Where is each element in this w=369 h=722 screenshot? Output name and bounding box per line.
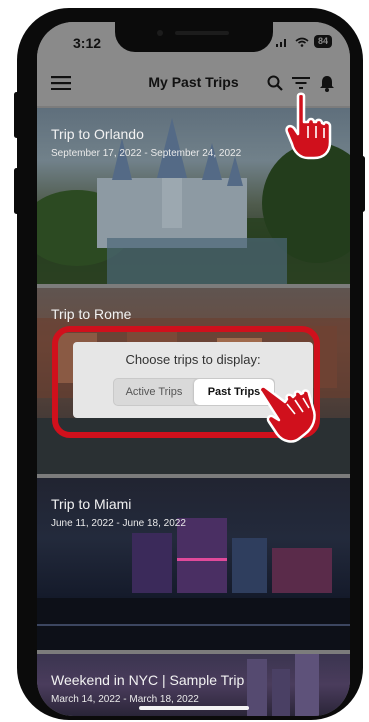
status-bar: 3:12 84 <box>37 22 350 60</box>
phone-side-button <box>14 168 19 214</box>
wifi-icon <box>295 37 309 47</box>
phone-side-button <box>14 92 19 138</box>
status-time: 3:12 <box>73 35 102 51</box>
trip-name: Trip to Rome <box>51 306 132 322</box>
trip-name: Trip to Miami <box>51 496 132 512</box>
speaker <box>175 31 229 35</box>
trip-dates: March 14, 2022 - March 18, 2022 <box>51 694 199 705</box>
status-icons: 84 <box>275 35 332 48</box>
camera-dot <box>157 30 163 36</box>
pointing-hand-icon <box>258 385 316 443</box>
trip-card[interactable]: Trip to Miami June 11, 2022 - June 18, 2… <box>37 478 350 650</box>
battery-indicator: 84 <box>313 35 332 48</box>
cellular-signal-icon <box>275 38 286 47</box>
phone-side-button <box>360 156 365 212</box>
pointing-hand-icon <box>285 92 332 160</box>
trip-name: Weekend in NYC | Sample Trip <box>51 672 245 688</box>
notch <box>115 22 273 52</box>
trip-dates: September 17, 2022 - September 24, 2022 <box>51 148 242 159</box>
home-indicator <box>139 706 249 710</box>
trip-name: Trip to Orlando <box>51 126 144 142</box>
trip-dates: June 11, 2022 - June 18, 2022 <box>51 518 186 529</box>
